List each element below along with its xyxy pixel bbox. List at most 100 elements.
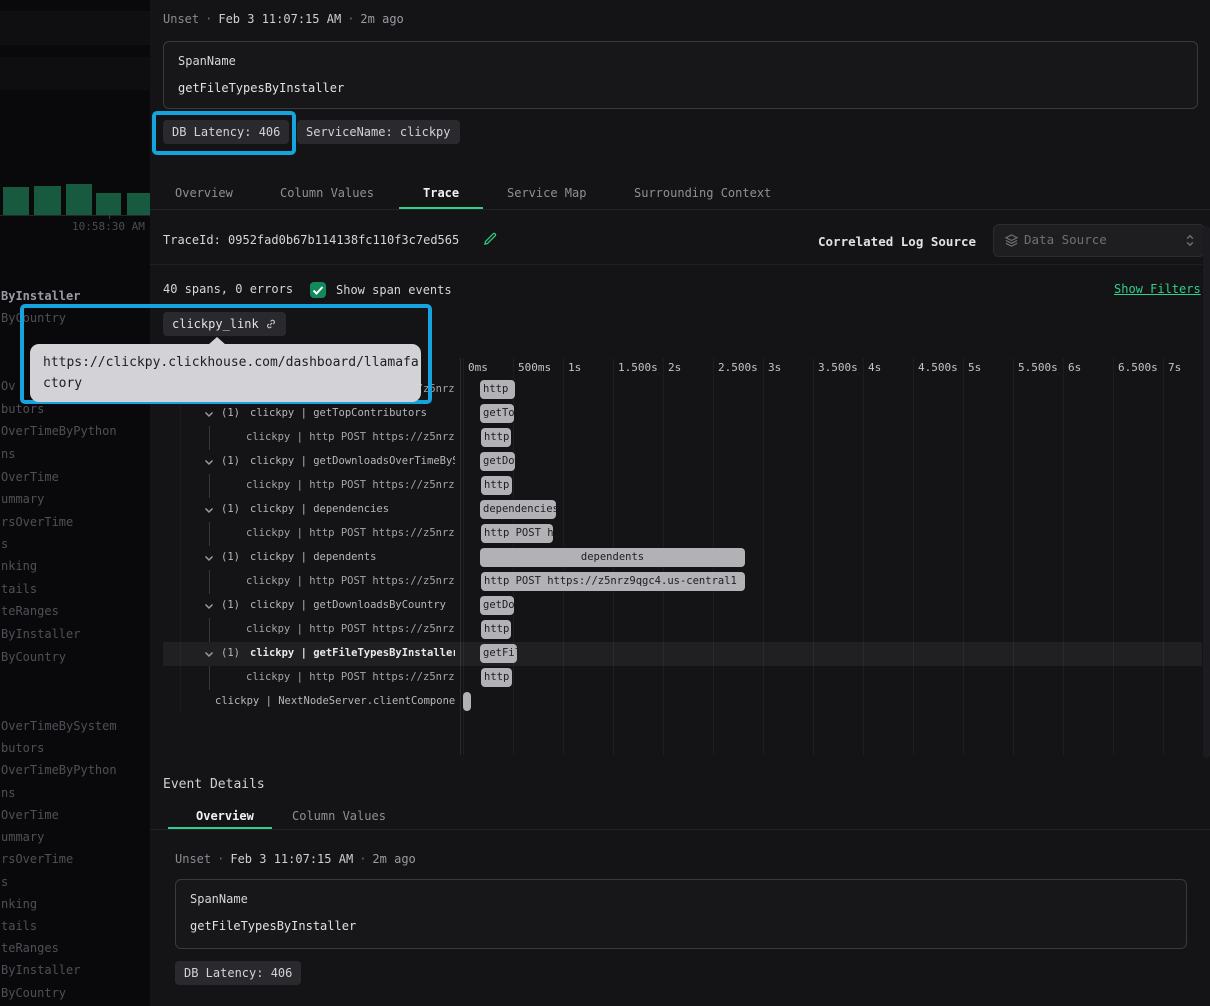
tree-guide [209,570,210,594]
span-duration-bar[interactable]: dependencies [480,500,556,519]
sidebar-span-item[interactable]: ummary [1,830,44,844]
span-duration-bar[interactable]: getTopContributors [480,404,514,423]
sidebar-span-item[interactable]: ns [1,447,15,461]
sidebar-span-item[interactable]: butors [1,741,44,755]
sidebar-row-band [0,11,150,45]
event-details-tab-overview[interactable]: Overview [196,809,254,823]
tooltip-url-line1: https://clickpy.clickhouse.com/dashboard… [43,352,408,373]
timestamp: Feb 3 11:07:15 AM [218,12,341,26]
chevron-down-icon[interactable] [203,648,215,660]
correlated-log-source-label: Correlated Log Source [818,234,976,249]
trace-id-value: 0952fad0b67b114138fc110f3c7ed565 [228,233,459,247]
span-name: clickpy | http POST https://z5nrz9qgc4.u… [246,623,455,635]
trace-span-row[interactable]: (1)clickpy | dependenciesdependencies [163,498,1202,522]
trace-span-row[interactable]: clickpy | http POST https://z5nrz9qgc4.u… [163,666,1202,690]
sidebar-span-item[interactable]: ns [1,786,15,800]
sidebar-span-item[interactable]: teRanges [1,604,59,618]
sidebar-span-item[interactable]: tails [1,582,37,596]
show-span-events-checkbox[interactable] [310,282,326,298]
sidebar-span-item[interactable]: ByCountry [1,986,66,1000]
separator-dot: · [199,12,218,26]
span-duration-bar[interactable]: dependents [480,548,745,567]
sidebar-span-item[interactable]: rsOverTime [1,852,73,866]
event-details-tab-column-values[interactable]: Column Values [292,809,386,823]
span-duration-bar[interactable]: http POST https://z5nrz9qgc4.us-central1 [481,668,512,687]
sidebar-span-item[interactable]: tails [1,919,37,933]
event-details-db-latency-badge[interactable]: DB Latency: 406 [175,961,301,985]
trace-span-row[interactable]: (1)clickpy | getTopContributorsgetTopCon… [163,402,1202,426]
tab-overview[interactable]: Overview [175,186,233,200]
sidebar-span-item[interactable]: ByInstaller [1,627,80,641]
span-name: clickpy | http POST https://z5nrz9qgc4.u… [246,527,455,539]
chevron-down-icon[interactable] [203,504,215,516]
span-duration-bar[interactable]: http POST https://z5nrz9qgc4.us-central1 [481,428,511,447]
sidebar-span-item[interactable]: ByCountry [1,650,66,664]
sidebar-span-item[interactable]: nking [1,559,37,573]
tab-trace[interactable]: Trace [423,186,459,200]
tree-guide [209,474,210,498]
span-duration-bar[interactable]: http POST https://z5nrz9qgc4.us-central1 [481,476,512,495]
trace-span-row[interactable]: clickpy | http POST https://z5nrz9qgc4.u… [163,426,1202,450]
trace-span-row[interactable]: clickpy | NextNodeServer.clientComponent… [163,690,1202,714]
show-filters-link[interactable]: Show Filters [1114,282,1201,296]
tab-service-map[interactable]: Service Map [507,186,586,200]
sidebar-span-item[interactable]: teRanges [1,941,59,955]
span-duration-bar[interactable]: http POST https://z5nrz9qgc4.us-central1 [481,620,511,639]
vertical-scrollbar[interactable] [1203,226,1210,758]
service-name-badge[interactable]: ServiceName: clickpy [297,120,460,144]
chevron-down-icon[interactable] [203,456,215,468]
span-duration-bar[interactable]: http POST https://z5nrz9qgc4.us-central1 [481,572,745,591]
trace-span-row[interactable]: clickpy | http POST https://z5nrz9qgc4.u… [163,522,1202,546]
data-source-select[interactable]: Data Source [993,224,1205,257]
histogram-time-label: 10:58:30 AM [72,220,145,233]
trace-span-row[interactable]: (1)clickpy | dependentsdependents [163,546,1202,570]
sidebar-span-item[interactable]: ByInstaller [1,963,80,977]
span-duration-bar[interactable]: http POST https://z5nrz9qgc4.us-central1 [480,380,515,399]
span-duration-bar[interactable]: getDownloadsByCountry [480,596,514,615]
trace-span-row[interactable]: (1)clickpy | getDownloadsByCountrygetDow… [163,594,1202,618]
sidebar-span-item[interactable]: s [1,537,8,551]
edit-pencil-icon[interactable] [483,231,498,246]
show-span-events-label[interactable]: Show span events [336,283,452,297]
tab-column-values[interactable]: Column Values [280,186,374,200]
sidebar-span-item[interactable]: ByInstaller [1,289,80,303]
span-name-value: getFileTypesByInstaller [190,919,356,933]
sidebar-span-item[interactable]: OverTimeByPython [1,424,117,438]
trace-span-row[interactable]: clickpy | http POST https://z5nrz9qgc4.u… [163,570,1202,594]
span-duration-bar[interactable] [463,692,471,711]
chevron-down-icon[interactable] [203,552,215,564]
checkmark-icon [310,282,326,298]
time-tick-label: 5.500s [1018,361,1058,374]
histogram-bar [96,193,121,215]
span-duration-bar[interactable]: http POST https://z5nrz9qgc4.us-central1 [481,524,553,543]
child-count: (1) [221,551,240,563]
chevron-down-icon[interactable] [203,408,215,420]
span-name-value: getFileTypesByInstaller [178,81,344,95]
sidebar-span-item[interactable]: rsOverTime [1,515,73,529]
sidebar-span-item[interactable]: Ov [1,379,15,393]
sidebar-span-item[interactable]: OverTimeByPython [1,763,117,777]
sidebar-span-item[interactable]: OverTime [1,470,59,484]
tab-surrounding-context[interactable]: Surrounding Context [634,186,771,200]
sidebar-row-band [0,57,150,90]
sidebar-span-item[interactable]: OverTimeBySystem [1,719,117,733]
time-tick-label: 3s [768,361,781,374]
background-sidebar: 10:58:30 AM ByInstaller ByCountry Ov butors… [0,0,150,1006]
span-duration-bar[interactable]: getDownloadsOverTimeBySystem [480,452,515,471]
sidebar-span-item[interactable]: butors [1,402,44,416]
trace-span-row[interactable]: clickpy | http POST https://z5nrz9qgc4.u… [163,618,1202,642]
trace-span-row[interactable]: (1)clickpy | getFileTypesByInstallergetF… [163,642,1202,666]
sidebar-span-item[interactable]: s [1,875,8,889]
status-label: Unset [163,12,199,26]
trace-span-row[interactable]: (1)clickpy | getDownloadsOverTimeBySyste… [163,450,1202,474]
sidebar-span-item[interactable]: ummary [1,492,44,506]
span-name: clickpy | getDownloadsOverTimeBySystem [250,455,455,467]
trace-span-row[interactable]: clickpy | http POST https://z5nrz9qgc4.u… [163,474,1202,498]
select-chevrons-icon [1184,231,1196,250]
span-duration-bar[interactable]: getFileTypesByInstaller [480,644,517,663]
time-tick-label: 2.500s [718,361,758,374]
sidebar-span-item[interactable]: OverTime [1,808,59,822]
time-tick-label: 6.500s [1118,361,1158,374]
sidebar-span-item[interactable]: nking [1,897,37,911]
chevron-down-icon[interactable] [203,600,215,612]
